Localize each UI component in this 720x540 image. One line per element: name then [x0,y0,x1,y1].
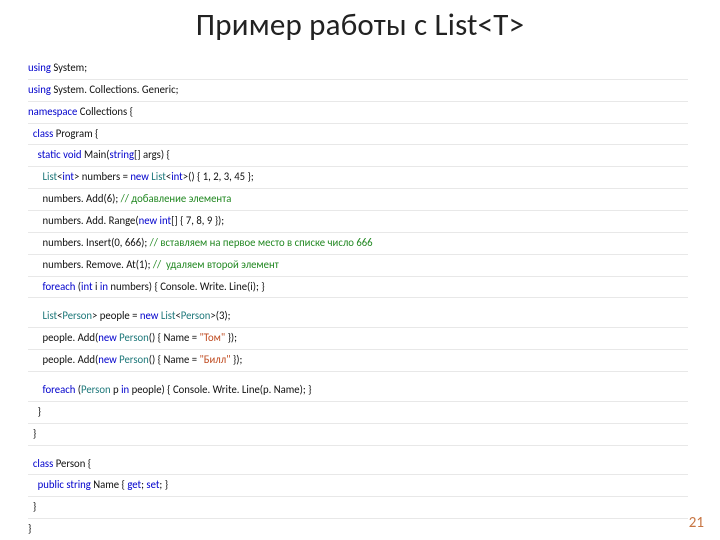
keyword: int [81,280,93,293]
comment: // вставляем на первое место в списке чи… [150,236,373,249]
code-text: i [93,280,100,293]
keyword: new [140,309,159,322]
code-text: people. Add( [43,353,99,366]
code-line: } [28,424,688,446]
keyword: int [62,170,74,183]
code-text: numbers) { Console. Write. Line(i); } [108,280,265,293]
type: Person [81,383,111,396]
code-text: > numbers = [74,170,130,183]
type: List [149,170,166,183]
code-line: numbers. Insert(0, 666); // вставляем на… [28,233,688,255]
code-text: }); [225,331,239,344]
code-text: } [33,500,36,513]
keyword: new [98,353,117,366]
code-text: () { Name = [149,353,200,366]
code-text: >() { 1, 2, 3, 45 }; [183,170,254,183]
type: Person [181,309,211,322]
code-text: } [38,405,41,418]
code-line: using System; [28,58,688,80]
comment: // добавление элемента [121,192,232,205]
keyword: public string [38,478,91,491]
code-line: public string Name { get; set; } [28,475,688,497]
code-line [28,298,688,306]
keyword: foreach [43,383,76,396]
keyword: new [130,170,149,183]
code-text: people) { Console. Write. Line(p. Name);… [129,383,311,396]
keyword: get [127,478,141,491]
code-line: namespace Collections { [28,102,688,124]
code-block: using System; using System. Collections.… [28,58,688,540]
code-text: numbers. Add. Range( [43,214,139,227]
keyword: using [28,61,51,74]
type: Person [62,309,92,322]
keyword: new [98,331,117,344]
keyword: int [171,170,183,183]
code-line: numbers. Add. Range(new int[] { 7, 8, 9 … [28,211,688,233]
code-text: System. Collections. Generic; [51,83,179,96]
string: "Билл" [199,353,230,366]
page-number: 21 [689,514,704,532]
code-line: List<int> numbers = new List<int>() { 1,… [28,167,688,189]
type: Person [117,331,149,344]
code-text: numbers. Remove. At(1); [43,258,153,271]
code-line: numbers. Remove. At(1); // удаляем второ… [28,255,688,277]
keyword: set [146,478,159,491]
comment: // удаляем второй элемент [153,258,279,271]
code-line: static void Main(string[] args) { [28,145,688,167]
code-line: people. Add(new Person() { Name = "Билл"… [28,350,688,372]
type: Person [117,353,149,366]
code-text: }); [230,353,242,366]
code-text: [] args) { [134,148,170,161]
code-line [28,372,688,380]
code-text: } [33,427,36,440]
code-line: class Program { [28,124,688,146]
code-text: >(3); [210,309,230,322]
code-line: List<Person> people = new List<Person>(3… [28,306,688,328]
code-line: foreach (Person p in people) { Console. … [28,380,688,402]
keyword: class [33,127,53,140]
type: List [158,309,175,322]
code-text: Main( [82,148,110,161]
code-text: Name { [91,478,127,491]
code-line: } [28,497,688,519]
code-line: class Person { [28,454,688,476]
code-line: people. Add(new Person() { Name = "Том" … [28,328,688,350]
keyword: string [110,148,134,161]
keyword: new int [139,214,172,227]
slide: Пример работы с List<T> using System; us… [0,0,720,540]
keyword: using [28,83,51,96]
code-line [28,446,688,454]
code-text: > people = [92,309,140,322]
keyword: static void [38,148,82,161]
code-line: numbers. Add(6); // добавление элемента [28,189,688,211]
keyword: in [121,383,129,396]
code-line: } [28,519,688,540]
code-text: [] { 7, 8, 9 }); [171,214,224,227]
code-text: () { Name = [149,331,200,344]
type: List [43,170,58,183]
keyword: foreach [43,280,76,293]
keyword: in [100,280,108,293]
code-text: Collections { [77,105,133,118]
code-text: people. Add( [43,331,99,344]
code-line: } [28,402,688,424]
code-text: numbers. Add(6); [43,192,121,205]
keyword: class [33,457,53,470]
code-text: p [111,383,121,396]
code-text: Program { [53,127,98,140]
type: List [43,309,58,322]
slide-title: Пример работы с List<T> [0,6,720,44]
code-text: ; } [159,478,168,491]
code-text: System; [51,61,87,74]
code-line: using System. Collections. Generic; [28,80,688,102]
keyword: namespace [28,105,77,118]
code-line: foreach (int i in numbers) { Console. Wr… [28,277,688,299]
code-text: numbers. Insert(0, 666); [43,236,150,249]
code-text: } [28,522,31,535]
code-text: Person { [53,457,91,470]
string: "Том" [199,331,225,344]
